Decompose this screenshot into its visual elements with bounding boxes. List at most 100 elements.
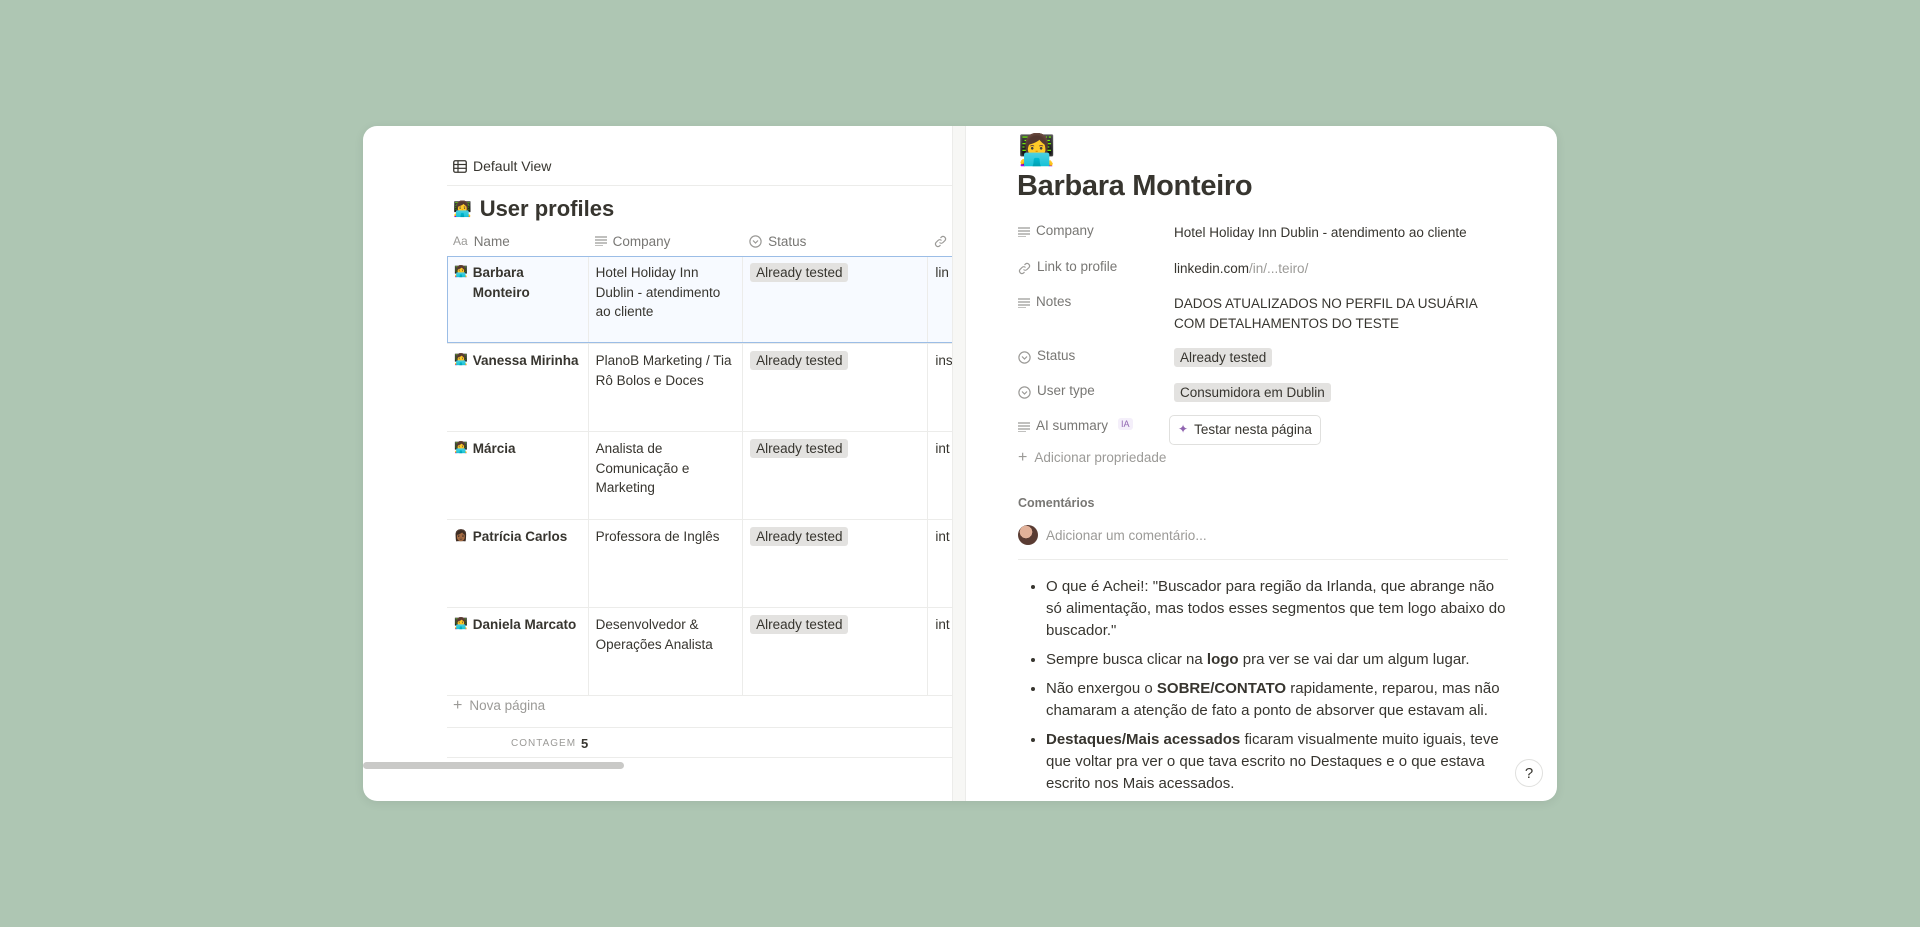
- table-row[interactable]: 👩🏾 Patrícia Carlos Professora de Inglês …: [447, 520, 952, 608]
- lines-icon: [1018, 294, 1030, 308]
- property-value[interactable]: Consumidora em Dublin: [1174, 379, 1508, 414]
- count-summary[interactable]: CONTAGEM 5: [511, 736, 588, 751]
- lines-icon: [1018, 223, 1030, 237]
- database-title[interactable]: 👩‍💻 User profiles: [453, 196, 614, 222]
- person-emoji-icon: 👩‍💻: [454, 266, 468, 278]
- name-cell[interactable]: 👩🏾 Patrícia Carlos: [447, 520, 589, 607]
- property-status[interactable]: Status Already tested: [1018, 344, 1508, 379]
- property-label: User type: [1018, 379, 1174, 414]
- profile-link[interactable]: linkedin.com/in/...teiro/: [1174, 255, 1508, 290]
- person-emoji-icon: 👩‍💻: [454, 354, 468, 366]
- column-header-company[interactable]: Company: [589, 226, 744, 256]
- lines-icon: [594, 236, 607, 246]
- property-user-type[interactable]: User type Consumidora em Dublin: [1018, 379, 1508, 414]
- new-page-button[interactable]: + Nova página: [453, 696, 545, 714]
- property-value[interactable]: DADOS ATUALIZADOS NO PERFIL DA USUÁRIA C…: [1174, 290, 1508, 344]
- database-emoji-icon: 👩‍💻: [453, 201, 472, 218]
- plus-icon: +: [453, 696, 463, 714]
- text-run: pra ver se vai dar um algum lugar.: [1238, 651, 1470, 668]
- name-cell[interactable]: 👩‍💻 Daniela Marcato: [447, 608, 589, 695]
- property-label-text: Notes: [1036, 294, 1072, 309]
- person-emoji-icon: 👩🏾: [454, 530, 468, 542]
- property-label-text: AI summary: [1036, 418, 1109, 433]
- table-row[interactable]: 👩‍💻 Barbara Monteiro Hotel Holiday Inn D…: [447, 256, 952, 344]
- table-icon: [453, 159, 467, 173]
- company-cell[interactable]: Desenvolvedor & Operações Analista: [589, 608, 744, 695]
- page-body: O que é Achei!: "Buscador para região da…: [1046, 576, 1508, 801]
- property-value[interactable]: Hotel Holiday Inn Dublin - atendimento a…: [1174, 219, 1508, 255]
- list-item[interactable]: Destaques/Mais acessados ficaram visualm…: [1046, 729, 1508, 795]
- status-cell[interactable]: Already tested: [743, 520, 929, 607]
- ai-generate-button[interactable]: ✦ Testar nesta página: [1169, 415, 1321, 445]
- plus-icon: +: [1018, 448, 1028, 466]
- avatar: [1018, 525, 1038, 545]
- table-row[interactable]: 👩‍💻 Márcia Analista de Comunicação e Mar…: [447, 432, 952, 520]
- column-header-status[interactable]: Status: [743, 226, 928, 256]
- name-cell[interactable]: 👩‍💻 Barbara Monteiro: [447, 256, 589, 343]
- link-cell[interactable]: int: [928, 608, 952, 695]
- property-company[interactable]: Company Hotel Holiday Inn Dublin - atend…: [1018, 219, 1508, 255]
- select-icon: [1018, 348, 1031, 364]
- table-header: Aa Name Company Status: [447, 226, 952, 256]
- bold-text: Destaques/Mais acessados: [1046, 731, 1241, 748]
- table-body: 👩‍💻 Barbara Monteiro Hotel Holiday Inn D…: [447, 256, 952, 696]
- page-title[interactable]: Barbara Monteiro: [1017, 170, 1253, 203]
- status-tag: Already tested: [750, 439, 849, 458]
- company-cell[interactable]: Hotel Holiday Inn Dublin - atendimento a…: [589, 256, 744, 343]
- property-ai-summary[interactable]: AI summary IA ✦ Testar nesta página: [1018, 414, 1508, 450]
- property-notes[interactable]: Notes DADOS ATUALIZADOS NO PERFIL DA USU…: [1018, 290, 1508, 344]
- person-emoji-icon: 👩‍💻: [454, 618, 468, 630]
- column-header-link[interactable]: [928, 226, 952, 256]
- text-run: Sempre busca clicar na: [1046, 651, 1207, 668]
- column-header-name[interactable]: Aa Name: [447, 226, 589, 256]
- count-value: 5: [581, 736, 589, 751]
- property-link[interactable]: Link to profile linkedin.com/in/...teiro…: [1018, 255, 1508, 290]
- count-label: CONTAGEM: [511, 738, 577, 749]
- table-row[interactable]: 👩‍💻 Vanessa Mirinha PlanoB Marketing / T…: [447, 344, 952, 432]
- comments-heading: Comentários: [1018, 496, 1095, 510]
- comment-input[interactable]: Adicionar um comentário...: [1018, 525, 1207, 545]
- link-cell[interactable]: ins: [928, 344, 952, 431]
- status-cell[interactable]: Already tested: [743, 432, 929, 519]
- table-row[interactable]: 👩‍💻 Daniela Marcato Desenvolvedor & Oper…: [447, 608, 952, 696]
- status-tag: Already tested: [750, 263, 849, 282]
- link-icon: [1018, 259, 1031, 275]
- list-item[interactable]: O que é Achei!: "Buscador para região da…: [1046, 576, 1508, 642]
- link-cell[interactable]: lin: [928, 256, 952, 343]
- name-cell[interactable]: 👩‍💻 Márcia: [447, 432, 589, 519]
- status-cell[interactable]: Already tested: [743, 344, 929, 431]
- add-property-button[interactable]: + Adicionar propriedade: [1018, 448, 1508, 466]
- horizontal-scrollbar[interactable]: [363, 762, 624, 769]
- bold-text: logo: [1206, 651, 1239, 668]
- pane-resize-handle[interactable]: [952, 126, 966, 801]
- row-name: Patrícia Carlos: [472, 529, 568, 544]
- company-cell[interactable]: Analista de Comunicação e Marketing: [589, 432, 744, 519]
- list-item[interactable]: Não enxergou o SOBRE/CONTATO rapidamente…: [1046, 678, 1508, 722]
- status-cell[interactable]: Already tested: [743, 608, 929, 695]
- link-cell[interactable]: int: [928, 520, 952, 607]
- database-title-text: User profiles: [479, 196, 615, 221]
- link-cell[interactable]: int: [928, 432, 952, 519]
- status-cell[interactable]: Already tested: [743, 256, 929, 343]
- divider: [447, 757, 952, 758]
- status-tag: Already tested: [750, 527, 849, 546]
- divider: [447, 185, 952, 186]
- property-label-text: Link to profile: [1037, 259, 1118, 274]
- name-cell[interactable]: 👩‍💻 Vanessa Mirinha: [447, 344, 589, 431]
- row-name: Márcia: [472, 441, 516, 456]
- help-button[interactable]: ?: [1515, 759, 1543, 787]
- lines-icon: [1018, 418, 1030, 432]
- property-label: Status: [1018, 344, 1174, 379]
- company-cell[interactable]: PlanoB Marketing / Tia Rô Bolos e Doces: [589, 344, 744, 431]
- column-header-label: Status: [768, 233, 807, 249]
- comment-placeholder: Adicionar um comentário...: [1046, 527, 1207, 543]
- company-cell[interactable]: Professora de Inglês: [589, 520, 744, 607]
- ai-badge: IA: [1118, 418, 1133, 430]
- database-pane: Default View 👩‍💻 User profiles Aa Name C…: [363, 126, 952, 801]
- link-path: /in/...teiro/: [1249, 261, 1309, 276]
- property-value[interactable]: Already tested: [1174, 344, 1508, 379]
- list-item[interactable]: Sempre busca clicar na logo pra ver se v…: [1046, 649, 1508, 671]
- page-emoji-icon[interactable]: 👩‍💻: [1018, 133, 1055, 168]
- status-tag: Already tested: [750, 351, 849, 370]
- view-tab-default[interactable]: Default View: [453, 158, 551, 174]
